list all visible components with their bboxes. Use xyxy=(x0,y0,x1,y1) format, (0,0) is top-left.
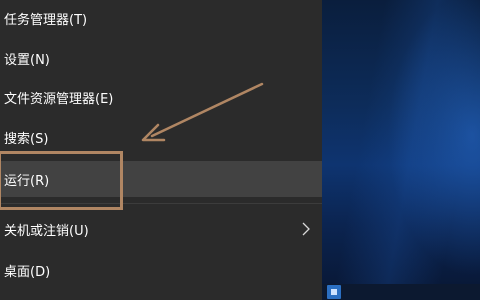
menu-item-search[interactable]: 搜索(S) xyxy=(0,119,322,155)
menu-item-desktop[interactable]: 桌面(D) xyxy=(0,252,322,288)
menu-item-task-manager[interactable]: 任务管理器(T) xyxy=(0,0,322,36)
desktop-light-beam xyxy=(322,0,480,300)
chevron-right-icon xyxy=(302,222,310,236)
taskbar xyxy=(322,284,480,300)
menu-item-label: 文件资源管理器(E) xyxy=(4,91,114,107)
desktop-background xyxy=(322,0,480,300)
menu-item-settings[interactable]: 设置(N) xyxy=(0,40,322,76)
annotation-highlight-box xyxy=(0,151,123,210)
quick-link-menu: 任务管理器(T) 设置(N) 文件资源管理器(E) 搜索(S) 运行(R) 关机… xyxy=(0,0,322,300)
menu-item-label: 搜索(S) xyxy=(4,131,49,147)
menu-item-label: 桌面(D) xyxy=(4,264,51,280)
taskbar-app-icon[interactable] xyxy=(327,285,341,299)
menu-item-label: 任务管理器(T) xyxy=(4,12,88,28)
menu-item-shutdown-signout[interactable]: 关机或注销(U) xyxy=(0,211,322,247)
menu-item-label: 设置(N) xyxy=(4,52,50,68)
menu-item-file-explorer[interactable]: 文件资源管理器(E) xyxy=(0,79,322,115)
screen: 任务管理器(T) 设置(N) 文件资源管理器(E) 搜索(S) 运行(R) 关机… xyxy=(0,0,480,300)
menu-item-label: 关机或注销(U) xyxy=(4,223,89,239)
